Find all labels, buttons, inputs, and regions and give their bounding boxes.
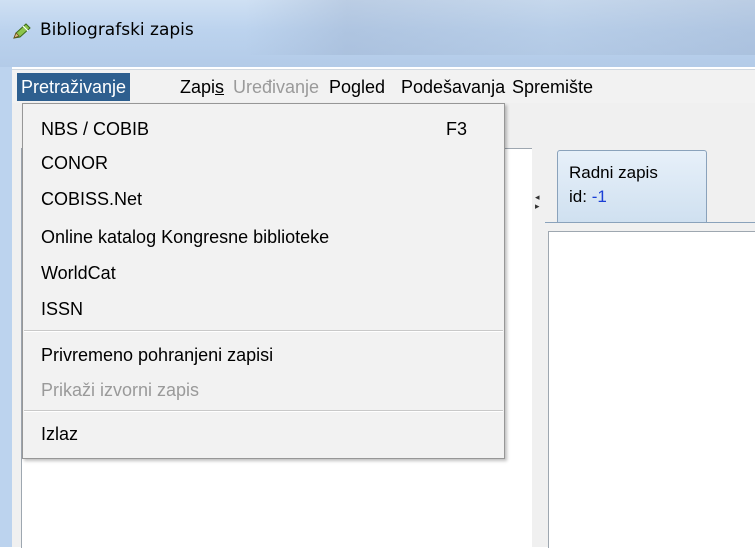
panel-splitter[interactable]: ◂ ▸ — [532, 148, 544, 547]
menu-separator-highlight — [24, 411, 503, 412]
tab-id-label: id: — [569, 187, 587, 206]
right-panel[interactable] — [548, 231, 755, 548]
menu-item-prikazi-izvorni[interactable]: Prikaži izvorni zapis — [41, 375, 199, 405]
menu-bar: Pretraživanje Zapis Uređivanje Pogled Po… — [12, 69, 755, 104]
menu-item-izlaz[interactable]: Izlaz — [41, 419, 78, 449]
menu-podesavanja[interactable]: Podešavanja — [397, 73, 509, 101]
window-title: Bibliografski zapis — [40, 20, 194, 40]
menu-uredivanje[interactable]: Uređivanje — [229, 73, 323, 101]
menu-item-nbs-cobib[interactable]: NBS / COBIB F3 — [41, 114, 486, 144]
title-bar-background — [245, 0, 755, 55]
menu-separator-highlight — [24, 331, 503, 332]
pretrazivanje-dropdown-menu: NBS / COBIB F3 CONOR COBISS.Net Online k… — [22, 103, 505, 459]
menu-item-privremeno-pohranjeni[interactable]: Privremeno pohranjeni zapisi — [41, 340, 273, 370]
pencil-icon — [13, 23, 31, 39]
menu-item-conor[interactable]: CONOR — [41, 148, 108, 178]
tab-id-value: -1 — [591, 187, 607, 206]
tab-strip-line — [545, 222, 755, 223]
menu-item-worldcat[interactable]: WorldCat — [41, 258, 116, 288]
tab-id: id: -1 — [569, 187, 607, 207]
menu-item-label: NBS / COBIB — [41, 119, 150, 139]
menu-spremiste[interactable]: Spremište — [508, 73, 597, 101]
menu-pogled[interactable]: Pogled — [325, 73, 389, 101]
menu-item-shortcut: F3 — [445, 119, 467, 139]
window-title-bar: Bibliografski zapis — [0, 0, 755, 67]
menu-zapis[interactable]: Zapis — [176, 73, 228, 101]
splitter-arrows-icon[interactable]: ◂ ▸ — [535, 193, 540, 211]
tab-radni-zapis[interactable]: Radni zapis id: -1 — [557, 150, 707, 223]
menu-pretrazivanje[interactable]: Pretraživanje — [17, 73, 131, 101]
menu-item-cobiss-net[interactable]: COBISS.Net — [41, 184, 142, 214]
menu-item-online-katalog[interactable]: Online katalog Kongresne biblioteke — [41, 222, 329, 252]
window-frame-left — [0, 67, 12, 547]
menu-item-issn[interactable]: ISSN — [41, 294, 83, 324]
tab-label: Radni zapis — [569, 163, 658, 182]
